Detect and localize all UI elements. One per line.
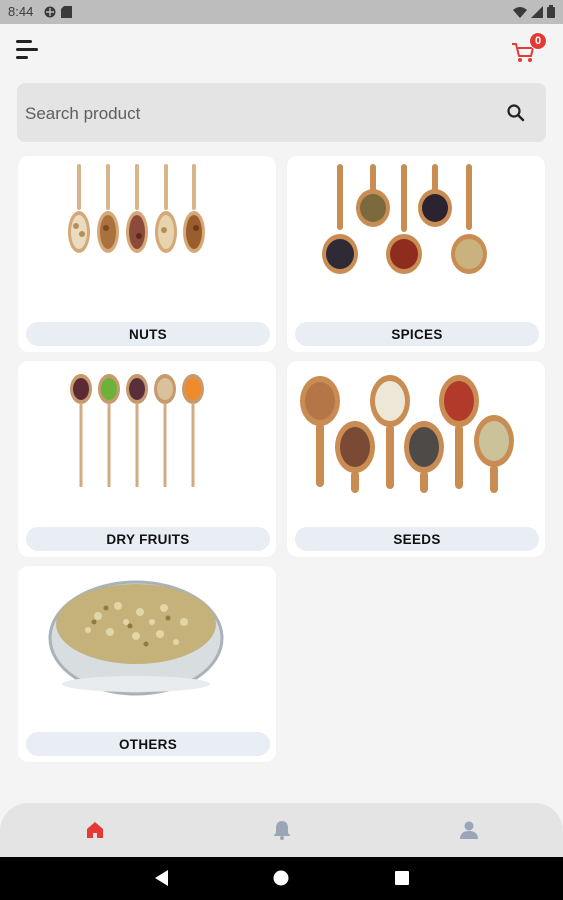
category-card-spices[interactable]: SPICES bbox=[287, 156, 545, 352]
signal-icon bbox=[531, 5, 543, 18]
category-label: DRY FRUITS bbox=[26, 527, 270, 551]
category-label: OTHERS bbox=[26, 732, 270, 756]
nuts-image bbox=[68, 164, 205, 253]
category-label: NUTS bbox=[26, 322, 270, 346]
wifi-icon bbox=[513, 6, 527, 18]
bell-icon[interactable] bbox=[271, 819, 293, 841]
category-label: SPICES bbox=[295, 322, 539, 346]
cart-button[interactable]: 0 bbox=[511, 32, 547, 66]
bottom-navigation bbox=[0, 803, 563, 857]
home-circle-icon[interactable] bbox=[273, 870, 289, 886]
others-image bbox=[48, 580, 224, 696]
battery-icon bbox=[547, 5, 555, 18]
category-card-others[interactable]: OTHERS bbox=[18, 566, 276, 762]
spices-image bbox=[322, 164, 487, 274]
category-label: SEEDS bbox=[295, 527, 539, 551]
recents-icon[interactable] bbox=[395, 871, 409, 885]
home-icon[interactable] bbox=[84, 819, 106, 841]
notification-icon bbox=[44, 6, 56, 18]
sd-card-icon bbox=[61, 6, 72, 18]
back-icon[interactable] bbox=[155, 870, 169, 886]
app-bar: 0 bbox=[0, 24, 563, 80]
menu-icon[interactable] bbox=[16, 40, 40, 62]
spoons bbox=[68, 164, 205, 253]
person-icon[interactable] bbox=[458, 819, 480, 841]
status-time: 8:44 bbox=[8, 4, 34, 19]
category-card-seeds[interactable]: SEEDS bbox=[287, 361, 545, 557]
status-bar: 8:44 bbox=[0, 0, 563, 24]
search-icon[interactable] bbox=[506, 103, 526, 123]
search-input[interactable] bbox=[17, 83, 497, 144]
dry-fruits-image bbox=[70, 374, 204, 487]
system-navigation-bar bbox=[0, 857, 563, 900]
category-card-dry-fruits[interactable]: DRY FRUITS bbox=[18, 361, 276, 557]
cart-count-badge: 0 bbox=[529, 32, 547, 50]
category-card-nuts[interactable]: NUTS bbox=[18, 156, 276, 352]
search-bar bbox=[17, 83, 546, 144]
seeds-image bbox=[300, 375, 514, 493]
